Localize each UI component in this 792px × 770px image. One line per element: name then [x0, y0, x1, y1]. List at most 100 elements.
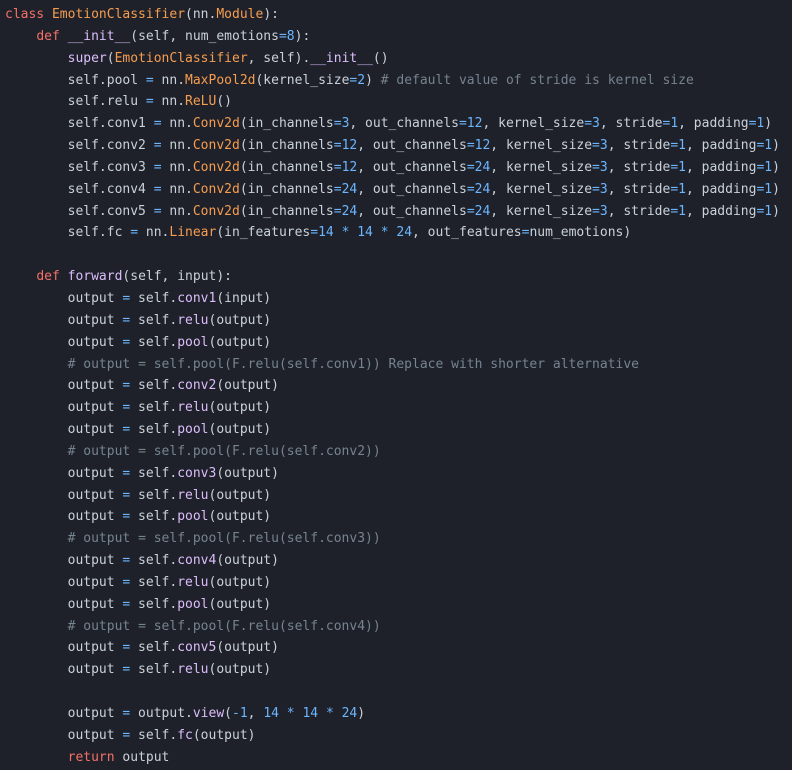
class-token: EmotionClassifier [114, 50, 248, 66]
number-token: 14 [263, 706, 279, 721]
function-token: relu [177, 487, 209, 503]
number-token: =12 [458, 116, 483, 132]
text-token: (kernel_size [255, 72, 350, 88]
text-token: (input) [216, 290, 272, 306]
text-token: , kernel_size [482, 116, 585, 132]
text-token: self. [130, 596, 178, 612]
text-token: (output) [208, 574, 272, 590]
function-token: super [67, 50, 107, 66]
function-token: pool [177, 596, 209, 612]
text-token: , stride [607, 138, 671, 154]
text-token: (self, input): [122, 269, 232, 285]
text-token: ) [764, 116, 773, 132]
text-token: self. [130, 312, 178, 328]
number-token: =1 [662, 116, 679, 132]
number-token: =8 [278, 28, 295, 44]
text-token: (output) [208, 662, 272, 678]
number-token: =12 [333, 138, 358, 154]
text-token: self. [130, 640, 178, 656]
text-token: ) [772, 138, 780, 154]
text-token: , out_channels [349, 116, 459, 132]
text-token: , kernel_size [490, 159, 593, 175]
code-editor[interactable]: class EmotionClassifier(nn.Module): def … [0, 0, 792, 770]
text-token: ): [294, 28, 311, 44]
number-token: -1 [232, 706, 248, 721]
number-token: =3 [333, 116, 350, 132]
code-line: output = self.conv1(input) [5, 288, 792, 310]
text-token: ) [357, 706, 366, 721]
number-token: =1 [748, 116, 765, 132]
number-token: =1 [670, 203, 686, 219]
text-token: , stride [607, 181, 671, 197]
keyword-token: def [36, 28, 60, 44]
operator-token: = [145, 72, 154, 88]
text-token: output [5, 378, 123, 394]
code-block: class EmotionClassifier(nn.Module): def … [5, 4, 792, 769]
code-line: output = self.relu(output) [5, 485, 792, 507]
text-token: (in_channels [239, 116, 334, 132]
operator-token: = [153, 116, 162, 132]
code-line: output = self.conv3(output) [5, 463, 792, 485]
text-token: (self, num_emotions [130, 28, 279, 44]
function-token: conv5 [177, 640, 217, 656]
class-token: Conv2d [192, 116, 240, 132]
number-token: =3 [584, 116, 600, 132]
operator-token: = [153, 138, 162, 154]
code-line: output = self.conv2(output) [5, 375, 792, 397]
function-token: conv3 [177, 465, 217, 481]
text-token: nn. [161, 159, 193, 175]
code-line: output = self.relu(output) [5, 397, 792, 419]
text-token: , padding [685, 138, 757, 154]
code-line: output = output.view(-1, 14 * 14 * 24) [5, 703, 792, 725]
operator-token: = [145, 94, 154, 110]
code-line: output = self.relu(output) [5, 310, 792, 332]
code-line: output = self.pool(output) [5, 419, 792, 441]
text-token: self. [130, 509, 178, 525]
text-token: (output) [216, 378, 279, 394]
text-token: (output) [216, 465, 279, 481]
code-line: # output = self.pool(F.relu(self.conv4)) [5, 616, 792, 638]
text-token: output [114, 749, 170, 765]
code-line: output = self.conv5(output) [5, 637, 792, 659]
text-token: , stride [607, 203, 671, 219]
text-token: nn. [161, 138, 193, 154]
number-token: =3 [592, 159, 608, 175]
text-token: output [5, 706, 123, 721]
text-token: , out_features [412, 225, 522, 241]
text-token: , padding [685, 159, 757, 175]
text-token: self.pool [5, 72, 146, 88]
comment-token: # default value of stride is kernel size [380, 72, 694, 88]
text-token: (output) [192, 727, 256, 743]
text-token: () [372, 50, 389, 66]
function-token: conv2 [177, 378, 217, 394]
text-token: output. [130, 706, 193, 721]
function-token: __init__ [310, 50, 373, 66]
text-token: self. [130, 400, 178, 416]
text-token: output [5, 290, 123, 306]
text-token: output [5, 422, 123, 438]
class-token: Conv2d [192, 203, 240, 219]
number-token: =1 [670, 138, 686, 154]
text-token: self.relu [5, 94, 146, 110]
text-token: output [5, 727, 123, 743]
text-token: , padding [685, 203, 757, 219]
text-token: (output) [216, 553, 279, 569]
text-token: ) [772, 181, 780, 197]
text-token: self.conv4 [5, 181, 154, 197]
text-token: self. [130, 334, 178, 350]
text-token: self. [130, 422, 178, 438]
code-line: output = self.relu(output) [5, 572, 792, 594]
number-token: =24 [466, 203, 491, 219]
text-token: , out_channels [357, 138, 467, 154]
code-line: # output = self.pool(F.relu(self.conv1))… [5, 354, 792, 376]
class-token: ReLU [185, 94, 217, 110]
